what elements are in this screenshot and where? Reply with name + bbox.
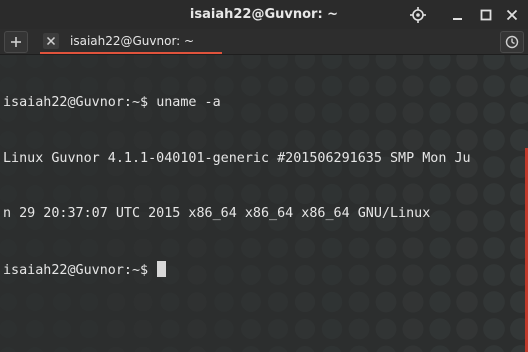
history-button[interactable] [500, 31, 524, 53]
command-output: n 29 20:37:07 UTC 2015 x86_64 x86_64 x86… [3, 206, 431, 221]
terminal-window: isaiah22@Guvnor: ~ isaiah22@Guvnor: ~ is… [0, 0, 528, 352]
text-cursor [157, 260, 167, 277]
minimize-icon[interactable] [449, 6, 467, 24]
terminal-output-area[interactable]: isaiah22@Guvnor:~$ uname -a Linux Guvnor… [0, 55, 528, 352]
close-icon[interactable] [503, 6, 521, 24]
shell-prompt: isaiah22@Guvnor:~$ [3, 95, 157, 110]
terminal-line: Linux Guvnor 4.1.1-040101-generic #20150… [3, 150, 525, 169]
terminal-line: isaiah22@Guvnor:~$ [3, 260, 525, 280]
tab-label: isaiah22@Guvnor: ~ [70, 34, 195, 48]
shell-prompt: isaiah22@Guvnor:~$ [3, 262, 157, 278]
tab-close-button[interactable] [43, 33, 59, 49]
command-output: Linux Guvnor 4.1.1-040101-generic #20150… [3, 150, 471, 166]
tab-bar: isaiah22@Guvnor: ~ [0, 29, 528, 55]
history-icon [505, 35, 519, 49]
maximize-icon[interactable] [477, 6, 495, 24]
terminal-line: isaiah22@Guvnor:~$ uname -a [3, 94, 525, 113]
title-bar[interactable]: isaiah22@Guvnor: ~ [0, 0, 528, 29]
close-icon [46, 36, 56, 46]
terminal-line: n 29 20:37:07 UTC 2015 x86_64 x86_64 x86… [3, 205, 525, 224]
crosshair-icon[interactable] [409, 6, 427, 24]
new-tab-button[interactable] [4, 31, 28, 53]
terminal-text: isaiah22@Guvnor:~$ uname -a Linux Guvnor… [3, 57, 525, 316]
shell-command: uname -a [156, 95, 221, 110]
plus-icon [11, 37, 21, 47]
tab-terminal[interactable]: isaiah22@Guvnor: ~ [40, 29, 222, 54]
active-tab-indicator [40, 52, 222, 54]
